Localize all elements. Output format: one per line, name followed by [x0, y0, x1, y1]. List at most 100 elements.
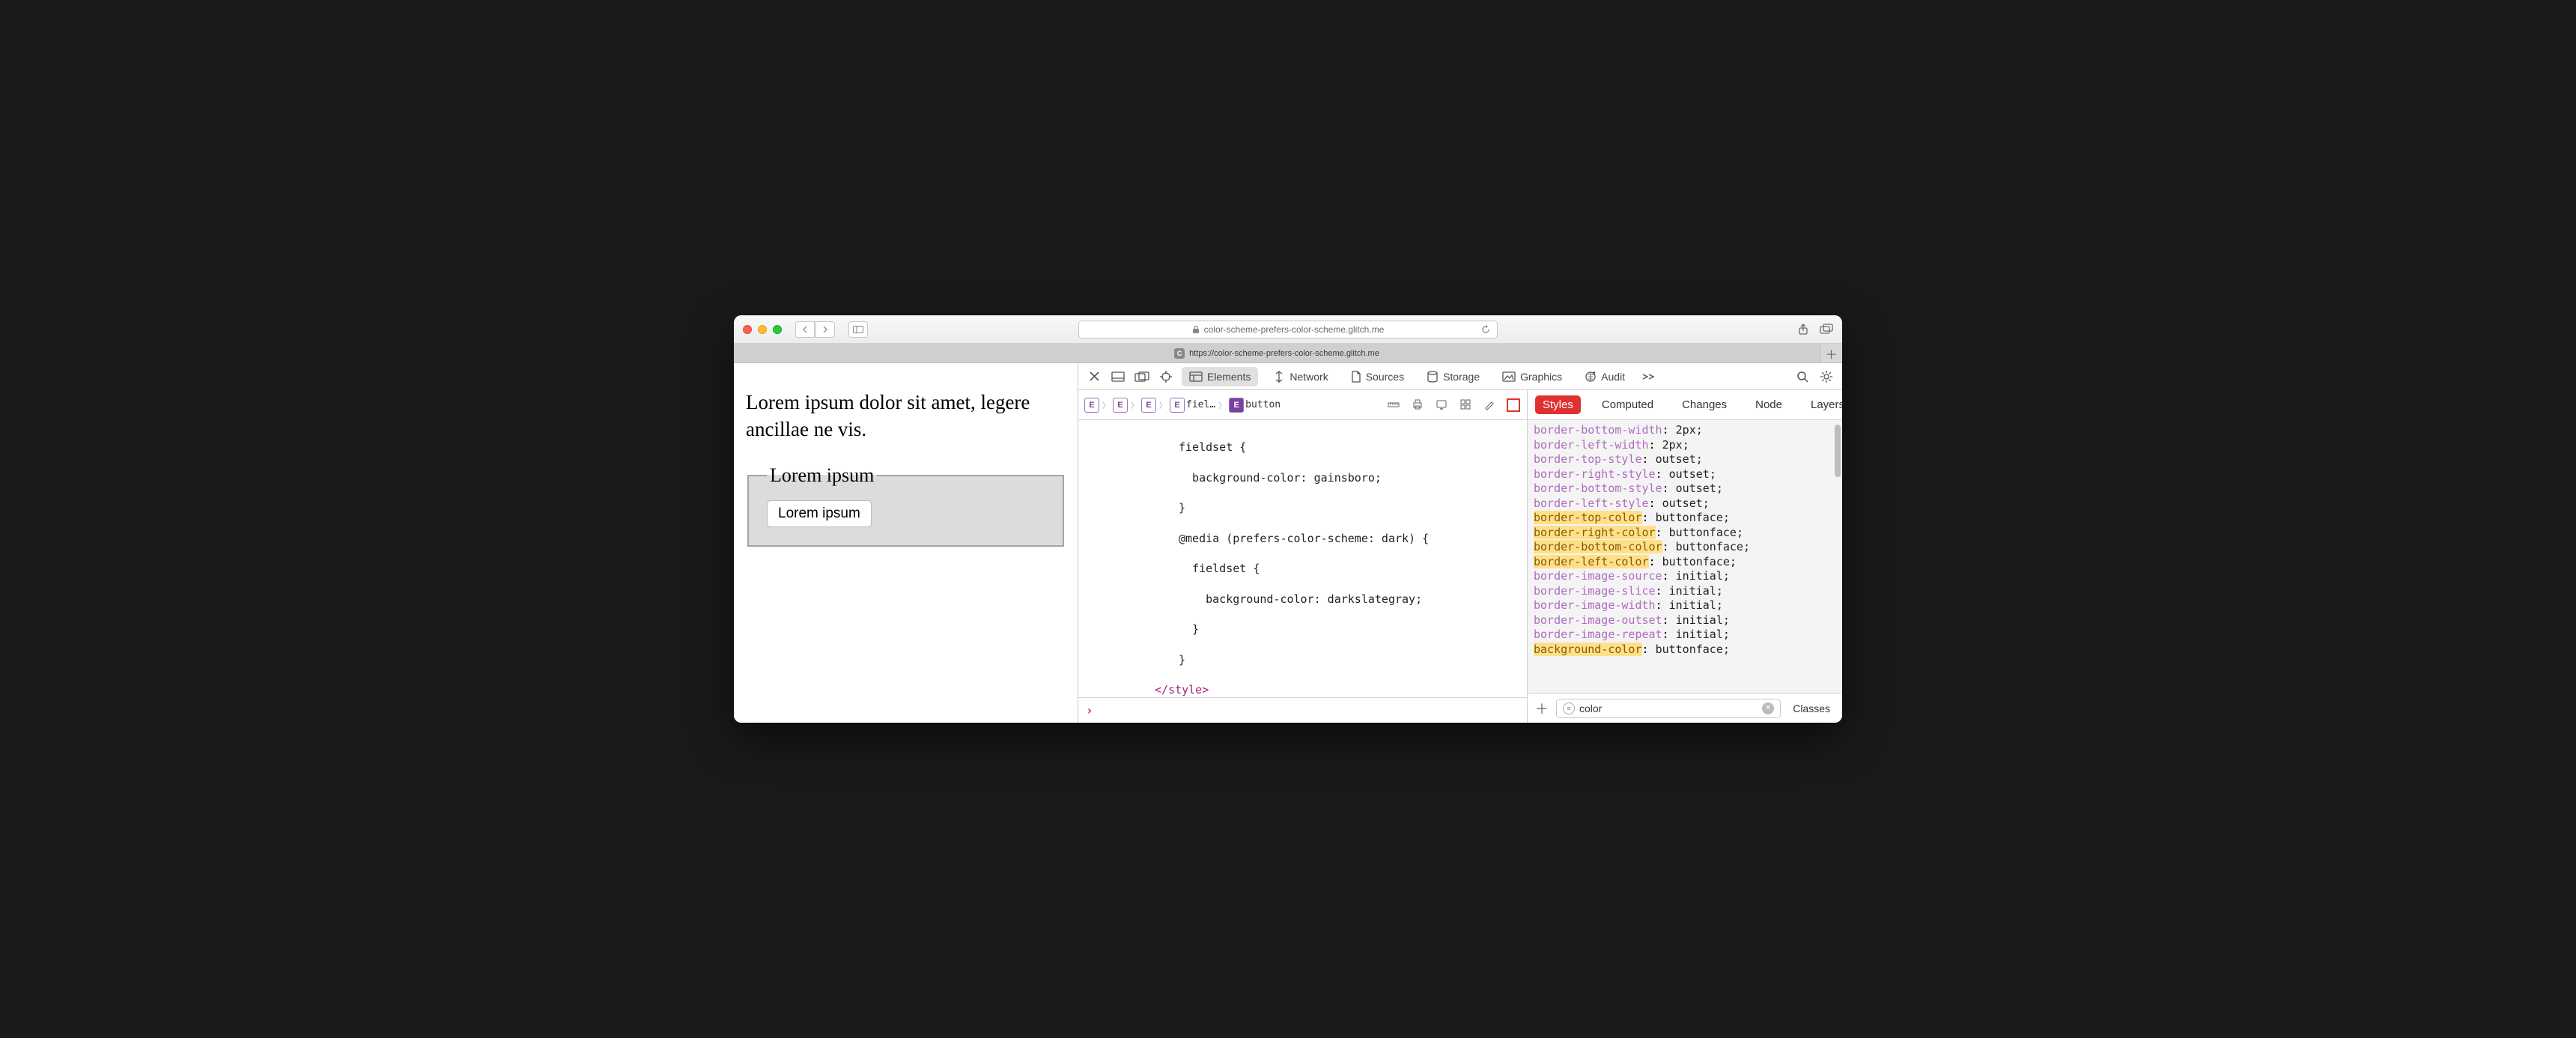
forward-button[interactable] — [815, 321, 835, 338]
code-line: background-color: gainsboro; — [1179, 471, 1382, 485]
minimize-window[interactable] — [758, 325, 767, 334]
paint-icon[interactable] — [1482, 398, 1497, 412]
browser-tab[interactable]: C https://color-scheme-prefers-color-sch… — [734, 344, 1820, 362]
code-line: </style> — [1155, 683, 1209, 696]
style-property-row[interactable]: border-bottom-color: buttonface; — [1534, 540, 1836, 555]
styles-tab-node[interactable]: Node — [1748, 395, 1790, 414]
style-property-row[interactable]: border-top-color: buttonface; — [1534, 511, 1836, 526]
style-property-row[interactable]: border-image-width: initial; — [1534, 598, 1836, 613]
page-form: Lorem ipsum Lorem ipsum — [746, 464, 1066, 547]
style-property-name: border-left-color — [1534, 555, 1649, 568]
element-chip: E — [1229, 398, 1244, 413]
style-property-row[interactable]: border-left-width: 2px; — [1534, 438, 1836, 453]
dock-side-icon[interactable] — [1134, 371, 1150, 382]
search-icon[interactable] — [1794, 371, 1811, 383]
style-property-row[interactable]: background-color: buttonface; — [1534, 643, 1836, 658]
styles-tab-styles[interactable]: Styles — [1535, 395, 1581, 414]
style-property-row[interactable]: border-left-color: buttonface; — [1534, 555, 1836, 570]
tab-graphics[interactable]: Graphics — [1495, 367, 1570, 386]
grid-icon[interactable] — [1458, 398, 1473, 412]
filter-icon: ≡ — [1563, 702, 1575, 714]
style-property-row[interactable]: border-top-style: outset; — [1534, 452, 1836, 467]
style-property-value: initial — [1669, 584, 1716, 598]
styles-filter-input[interactable]: ≡ color ✕ — [1556, 699, 1781, 718]
styles-tab-changes[interactable]: Changes — [1674, 395, 1734, 414]
tabs-icon[interactable] — [1820, 324, 1833, 336]
style-property-row[interactable]: border-left-style: outset; — [1534, 497, 1836, 512]
tab-network[interactable]: Network — [1266, 367, 1335, 386]
bc-tools — [1386, 398, 1521, 412]
style-property-value: initial — [1676, 628, 1723, 641]
close-window[interactable] — [743, 325, 752, 334]
styles-list[interactable]: border-bottom-width: 2px;border-left-wid… — [1528, 420, 1842, 693]
dock-bottom-icon[interactable] — [1110, 371, 1126, 382]
panel-toggle-icon[interactable] — [1506, 398, 1521, 412]
dom-tree[interactable]: fieldset { background-color: gainsboro; … — [1078, 420, 1527, 697]
code-line: fieldset { — [1179, 440, 1246, 454]
bc-item-selected[interactable]: Ebutton — [1229, 398, 1281, 413]
style-property-row[interactable]: border-image-repeat: initial; — [1534, 628, 1836, 643]
share-icon[interactable] — [1797, 324, 1809, 336]
address-bar[interactable]: color-scheme-prefers-color-scheme.glitch… — [1078, 321, 1498, 339]
code-line: } — [1179, 501, 1185, 515]
elements-icon — [1189, 371, 1203, 382]
style-property-row[interactable]: border-right-color: buttonface; — [1534, 526, 1836, 541]
tab-audit[interactable]: Audit — [1577, 367, 1632, 386]
style-property-row[interactable]: border-image-slice: initial; — [1534, 584, 1836, 599]
add-rule-button[interactable]: ＋ — [1534, 700, 1550, 717]
target-icon[interactable] — [1158, 371, 1174, 383]
console-prompt-row[interactable]: › — [1078, 697, 1527, 723]
sidebar-toggle[interactable] — [848, 321, 868, 338]
print-icon[interactable] — [1410, 398, 1425, 412]
style-property-row[interactable]: border-image-source: initial; — [1534, 569, 1836, 584]
style-property-row[interactable]: border-bottom-width: 2px; — [1534, 423, 1836, 438]
styles-tab-computed[interactable]: Computed — [1594, 395, 1661, 414]
scrollbar-thumb[interactable] — [1835, 425, 1841, 477]
style-property-name: border-top-color — [1534, 511, 1642, 524]
toolbar-icons — [1797, 324, 1833, 336]
style-property-row[interactable]: border-image-outset: initial; — [1534, 613, 1836, 628]
new-tab-button[interactable]: ＋ — [1820, 345, 1842, 362]
overflow-icon[interactable] — [1640, 373, 1656, 380]
page-paragraph: Lorem ipsum dolor sit amet, legere ancil… — [746, 389, 1066, 443]
style-property-value: buttonface — [1662, 555, 1730, 568]
styles-tab-layers[interactable]: Layers — [1803, 395, 1842, 414]
style-property-value: 2px — [1676, 423, 1696, 437]
style-property-name: border-bottom-width — [1534, 423, 1662, 437]
style-property-value: buttonface — [1669, 526, 1737, 539]
style-property-value: initial — [1676, 613, 1723, 627]
ruler-icon[interactable] — [1386, 398, 1401, 412]
browser-window: color-scheme-prefers-color-scheme.glitch… — [734, 315, 1842, 723]
bc-item[interactable]: E — [1141, 398, 1156, 413]
inspector-body: E 〉 E 〉 E 〉 Efiel… 〉 Ebutton — [1078, 390, 1842, 723]
bc-item[interactable]: E — [1084, 398, 1099, 413]
traffic-lights — [743, 325, 782, 334]
page-button[interactable]: Lorem ipsum — [767, 500, 872, 527]
rendered-page: Lorem ipsum dolor sit amet, legere ancil… — [734, 363, 1078, 723]
style-property-row[interactable]: border-bottom-style: outset; — [1534, 482, 1836, 497]
tab-elements[interactable]: Elements — [1182, 367, 1258, 386]
web-inspector: Elements Network Sources Storage Graphic… — [1078, 363, 1842, 723]
settings-icon[interactable] — [1818, 370, 1835, 383]
device-icon[interactable] — [1434, 398, 1449, 412]
close-inspector-icon[interactable] — [1086, 371, 1102, 382]
tab-graphics-label: Graphics — [1520, 371, 1562, 383]
tab-sources[interactable]: Sources — [1343, 367, 1412, 386]
audit-icon — [1585, 371, 1597, 383]
reload-icon[interactable] — [1480, 324, 1491, 335]
style-property-name: border-right-color — [1534, 526, 1656, 539]
titlebar: color-scheme-prefers-color-scheme.glitch… — [734, 315, 1842, 344]
graphics-icon — [1502, 371, 1516, 382]
bc-item[interactable]: E — [1113, 398, 1128, 413]
back-button[interactable] — [795, 321, 815, 338]
content-area: Lorem ipsum dolor sit amet, legere ancil… — [734, 363, 1842, 723]
classes-button[interactable]: Classes — [1787, 699, 1836, 717]
style-property-value: initial — [1676, 569, 1723, 583]
zoom-window[interactable] — [773, 325, 782, 334]
clear-filter-icon[interactable]: ✕ — [1762, 702, 1774, 714]
style-property-row[interactable]: border-right-style: outset; — [1534, 467, 1836, 482]
tab-bar: C https://color-scheme-prefers-color-sch… — [734, 344, 1842, 363]
bc-item[interactable]: Efiel… — [1170, 398, 1215, 413]
storage-icon — [1427, 371, 1439, 383]
tab-storage[interactable]: Storage — [1419, 367, 1487, 386]
